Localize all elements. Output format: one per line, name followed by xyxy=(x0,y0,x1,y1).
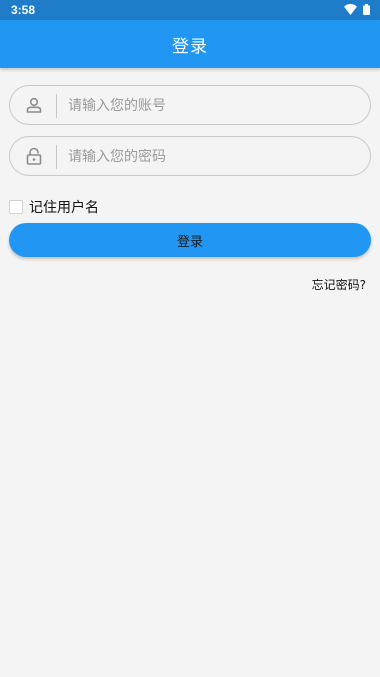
battery-icon xyxy=(363,4,370,15)
forgot-password-link[interactable]: 忘记密码? xyxy=(312,276,366,293)
lock-icon xyxy=(26,147,42,165)
page-title: 登录 xyxy=(172,36,208,57)
password-field[interactable] xyxy=(9,136,371,177)
status-bar: 3:58 xyxy=(0,0,380,20)
wifi-icon xyxy=(344,4,357,15)
status-time: 3:58 xyxy=(11,3,36,17)
account-field[interactable] xyxy=(9,85,371,126)
account-divider xyxy=(56,94,57,118)
remember-username[interactable]: 记住用户名 xyxy=(9,197,99,217)
login-button[interactable]: 登录 xyxy=(9,223,371,257)
password-input[interactable] xyxy=(66,137,360,177)
account-input[interactable] xyxy=(66,86,360,126)
remember-checkbox[interactable] xyxy=(9,200,23,214)
status-icons xyxy=(344,4,370,15)
password-divider xyxy=(56,145,57,169)
remember-label: 记住用户名 xyxy=(29,200,99,216)
app-bar: 登录 xyxy=(0,20,380,68)
user-icon xyxy=(26,97,42,113)
